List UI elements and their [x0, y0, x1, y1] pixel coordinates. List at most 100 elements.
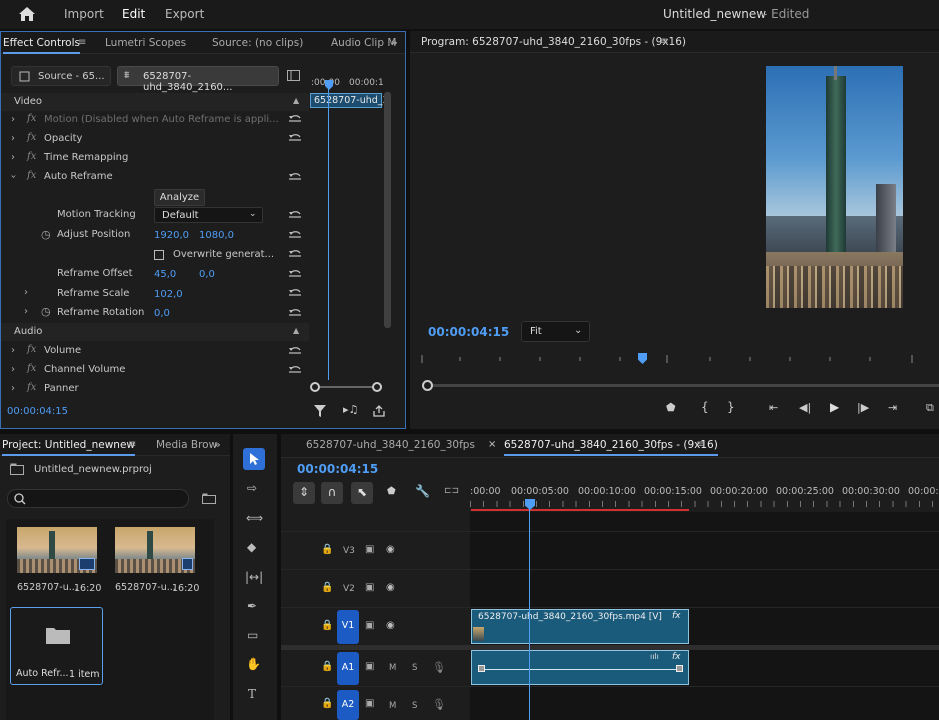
keyframe-icon[interactable] [478, 665, 485, 672]
solo-button[interactable]: S [412, 701, 417, 711]
snap-button[interactable]: ∩ [321, 482, 343, 504]
expand-reframe-rotation-icon[interactable]: › [24, 306, 28, 317]
step-back-icon[interactable]: ◀| [799, 401, 811, 414]
fx-icon[interactable]: fx [27, 344, 36, 355]
insert-icon[interactable]: ⧉ [926, 401, 934, 415]
fx-icon[interactable]: fx [27, 132, 36, 143]
close-icon[interactable]: × [488, 439, 496, 450]
lock-icon[interactable]: 🔒 [321, 620, 333, 631]
fit-dropdown[interactable]: Fit ⌄ [521, 321, 590, 342]
timeline-ruler[interactable]: :00:00 00:00:05:00 00:00:10:00 00:00:15:… [470, 482, 939, 512]
mini-timeline-clip[interactable]: 6528707-uhd_3 [310, 93, 389, 108]
eye-icon[interactable]: ◉ [386, 544, 395, 555]
fx-icon[interactable]: fx [27, 382, 36, 393]
fx-icon[interactable]: fx [27, 170, 36, 181]
track-v1-target[interactable]: V1 [337, 610, 359, 644]
adjust-position-y[interactable]: 1080,0 [199, 230, 234, 241]
ripple-edit-icon[interactable]: ⟺ [246, 511, 263, 525]
fx-icon[interactable]: fx [27, 363, 36, 374]
film-icon[interactable]: ▣ [365, 582, 374, 593]
lock-icon[interactable]: 🔒 [321, 544, 333, 555]
reset-icon[interactable] [288, 248, 302, 258]
film-icon[interactable]: ▣ [365, 544, 374, 555]
keyframe-icon[interactable] [676, 665, 683, 672]
go-to-out-icon[interactable]: ⇥ [888, 401, 897, 414]
collapse-up-icon[interactable]: ▲ [293, 326, 299, 335]
add-marker-icon[interactable]: ⬟ [387, 486, 396, 497]
expand-motion-icon[interactable]: › [11, 114, 15, 125]
tab-audio-clip-mixer[interactable]: Audio Clip M [331, 37, 396, 49]
eye-icon[interactable]: ◉ [386, 582, 395, 593]
mic-icon[interactable]: 🎙 [432, 661, 446, 674]
program-ruler[interactable] [420, 351, 939, 367]
project-item-thumbnail[interactable] [17, 527, 97, 573]
expand-time-remapping-icon[interactable]: › [11, 152, 15, 163]
add-marker-icon[interactable]: ⬟ [666, 401, 676, 414]
menu-icon[interactable]: ≡ [660, 36, 668, 47]
fx-icon[interactable]: fx [27, 113, 36, 124]
reframe-offset-y[interactable]: 0,0 [199, 269, 215, 280]
source-clip-button[interactable]: Source - 65... [11, 66, 111, 86]
reset-icon[interactable] [288, 229, 302, 239]
menu-import[interactable]: Import [64, 7, 104, 21]
lock-icon[interactable]: 🔒 [321, 661, 333, 672]
wrench-icon[interactable]: 🔧 [415, 484, 430, 498]
tab-media-browser[interactable]: Media Brow [156, 439, 217, 451]
step-forward-icon[interactable]: |▶ [857, 401, 869, 414]
reframe-offset-x[interactable]: 45,0 [154, 269, 176, 280]
project-folder-item[interactable]: Auto Refr... 1 item [10, 607, 103, 685]
project-search-input[interactable] [7, 489, 189, 508]
track-a2-target[interactable]: A2 [337, 690, 359, 720]
film-icon[interactable]: ▣ [365, 620, 374, 631]
mute-button[interactable]: M [389, 663, 396, 673]
lock-icon[interactable]: 🔒 [321, 582, 333, 593]
lock-icon[interactable]: 🔒 [321, 698, 333, 709]
video-clip[interactable]: 6528707-uhd_3840_2160_30fps.mp4 [V] fx [471, 609, 689, 644]
track-v3-label[interactable]: V3 [343, 546, 355, 556]
expand-opacity-icon[interactable]: › [11, 133, 15, 144]
reset-icon[interactable] [288, 307, 302, 317]
sync-icon[interactable]: ▣ [365, 661, 374, 672]
eye-icon[interactable]: ◉ [386, 620, 395, 631]
mini-timeline-ruler[interactable]: :00:00 00:00:1 [309, 76, 385, 92]
selection-tool-button[interactable] [243, 448, 265, 470]
razor-icon[interactable]: ◆ [247, 540, 256, 554]
mic-icon[interactable]: 🎙 [432, 698, 446, 711]
go-to-in-icon[interactable]: ⇤ [769, 401, 778, 414]
more-tabs-icon[interactable]: » [214, 438, 221, 451]
fx-icon[interactable]: fx [27, 151, 36, 162]
menu-icon[interactable]: ≡ [128, 439, 136, 450]
reset-icon[interactable] [288, 268, 302, 278]
ec-timecode[interactable]: 00:00:04:15 [7, 406, 68, 417]
sync-icon[interactable]: ▣ [365, 698, 374, 709]
reset-icon[interactable] [288, 345, 302, 355]
tab-sequence-1[interactable]: 6528707-uhd_3840_2160_30fps [306, 439, 475, 451]
reset-icon[interactable] [288, 132, 302, 142]
play-audio-icon[interactable]: ▸♫ [343, 403, 358, 416]
menu-icon[interactable]: ≡ [696, 439, 704, 450]
captions-icon[interactable]: ⊏⊐ [444, 486, 459, 496]
track-v2-label[interactable]: V2 [343, 584, 355, 594]
slip-icon[interactable]: |↔| [245, 570, 263, 584]
adjust-position-x[interactable]: 1920,0 [154, 230, 189, 241]
timeline-timecode[interactable]: 00:00:04:15 [297, 462, 378, 476]
track-select-icon[interactable]: ⇨ [247, 481, 257, 495]
program-timecode[interactable]: 00:00:04:15 [428, 325, 509, 339]
rectangle-icon[interactable]: ▭ [247, 628, 258, 642]
reset-icon[interactable] [288, 287, 302, 297]
audio-clip[interactable]: ıılı fx [471, 650, 689, 685]
tab-project[interactable]: Project: Untitled_newnew [2, 439, 135, 456]
home-icon[interactable] [18, 6, 36, 22]
zoom-scroll-bar[interactable] [310, 382, 382, 392]
expand-reframe-scale-icon[interactable]: › [24, 287, 28, 298]
reset-icon[interactable] [288, 364, 302, 374]
linked-selection-button[interactable]: ⬉ [351, 482, 373, 504]
more-tabs-icon[interactable]: » [391, 36, 398, 49]
reset-icon[interactable] [288, 171, 302, 181]
filter-icon[interactable] [314, 405, 326, 417]
collapse-up-icon[interactable]: ▲ [293, 96, 299, 105]
reframe-rotation-value[interactable]: 0,0 [154, 308, 170, 319]
menu-export[interactable]: Export [165, 7, 204, 21]
pen-icon[interactable]: ✒ [247, 599, 257, 613]
analyze-button[interactable]: Analyze [154, 189, 205, 206]
